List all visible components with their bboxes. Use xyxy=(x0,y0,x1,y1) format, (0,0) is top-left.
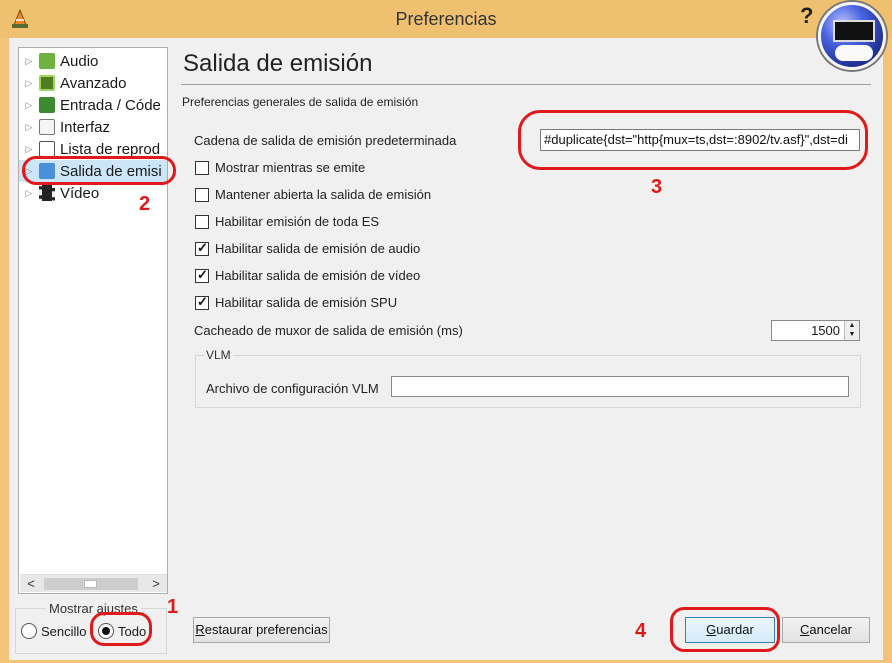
reset-preferences-button[interactable]: Restaurar preferencias xyxy=(193,617,330,643)
caching-label: Cacheado de muxor de salida de emisión (… xyxy=(194,323,463,338)
tree-item-label: Avanzado xyxy=(60,74,127,92)
section-subtitle: Preferencias generales de salida de emis… xyxy=(182,95,419,109)
save-label: uardar xyxy=(716,622,754,637)
checkbox-all-es[interactable]: Habilitar emisión de toda ES xyxy=(195,214,379,229)
tree-item-label: Vídeo xyxy=(60,184,100,202)
show-settings-title: Mostrar ajustes xyxy=(46,601,141,616)
checkbox-label: Habilitar salida de emisión de audio xyxy=(215,241,421,256)
show-settings-group: Mostrar ajustes Sencillo Todo xyxy=(15,601,167,654)
checkbox-video-output[interactable]: Habilitar salida de emisión de vídeo xyxy=(195,267,421,283)
category-tree[interactable]: ▷ Audio ▷ Avanzado ▷ Entrada / Códe ▷ In… xyxy=(18,47,168,594)
tree-item-label: Entrada / Códe xyxy=(60,96,161,114)
scroll-left-button[interactable]: < xyxy=(22,575,40,593)
screen-icon xyxy=(833,20,875,42)
playlist-icon xyxy=(39,141,55,157)
checkbox-box[interactable] xyxy=(195,240,209,256)
expand-arrow-icon[interactable]: ▷ xyxy=(19,122,39,133)
checkbox-box[interactable] xyxy=(195,267,209,283)
save-accel-letter: G xyxy=(706,622,717,637)
cancel-accel-letter: C xyxy=(799,622,810,637)
tree-item-salida-emision[interactable]: ▷ Salida de emisi xyxy=(19,160,167,182)
cancel-label: ancelar xyxy=(809,622,853,637)
reset-label: estaurar preferencias xyxy=(204,622,328,637)
vlm-title: VLM xyxy=(204,348,233,362)
radio-all[interactable]: Todo xyxy=(98,623,146,639)
tree-item-avanzado[interactable]: ▷ Avanzado xyxy=(19,72,167,94)
expand-arrow-icon[interactable]: ▷ xyxy=(19,100,39,111)
annotation-number-3: 3 xyxy=(651,176,663,198)
vlm-group: VLM Archivo de configuración VLM xyxy=(195,348,861,408)
tree-item-label: Audio xyxy=(60,52,99,70)
annotation-number-1: 1 xyxy=(167,596,179,618)
tree-item-entrada-codecs[interactable]: ▷ Entrada / Códe xyxy=(19,94,167,116)
film-strip-icon xyxy=(39,185,55,201)
input-codec-icon xyxy=(39,97,55,113)
scroll-right-button[interactable]: > xyxy=(147,575,165,593)
page-title: Salida de emisión xyxy=(183,50,373,77)
expand-arrow-icon[interactable]: ▷ xyxy=(19,144,39,155)
title-bar: Preferencias ? xyxy=(0,0,892,38)
cancel-button[interactable]: Cancelar xyxy=(782,617,870,643)
preferences-window: ▷ Audio ▷ Avanzado ▷ Entrada / Códe ▷ In… xyxy=(9,38,883,660)
checkbox-box[interactable] xyxy=(195,187,209,202)
gamepad-icon xyxy=(835,45,873,61)
checkbox-box[interactable] xyxy=(195,294,209,310)
vlm-config-input[interactable] xyxy=(391,376,849,397)
title-divider xyxy=(181,84,871,85)
radio-all-label: Todo xyxy=(118,623,147,639)
checkbox-spu-output[interactable]: Habilitar salida de emisión SPU xyxy=(195,294,398,310)
expand-arrow-icon[interactable]: ▷ xyxy=(19,166,39,177)
radio-all-circle[interactable] xyxy=(98,623,114,639)
vlm-config-label: Archivo de configuración VLM xyxy=(206,381,379,396)
tree-item-lista-reproduccion[interactable]: ▷ Lista de reprod xyxy=(19,138,167,160)
expand-arrow-icon[interactable]: ▷ xyxy=(19,188,39,199)
checkbox-label: Mostrar mientras se emite xyxy=(215,160,366,175)
checkbox-label: Mantener abierta la salida de emisión xyxy=(215,187,432,202)
annotation-number-4: 4 xyxy=(635,620,647,642)
checkbox-label: Habilitar salida de emisión de vídeo xyxy=(215,268,421,283)
checkbox-label: Habilitar salida de emisión SPU xyxy=(215,295,398,310)
gamepad-logo-icon xyxy=(818,2,886,70)
checkbox-keep-open[interactable]: Mantener abierta la salida de emisión xyxy=(195,187,431,202)
expand-arrow-icon[interactable]: ▷ xyxy=(19,78,39,89)
help-button[interactable]: ? xyxy=(800,3,813,29)
window-title: Preferencias xyxy=(395,9,497,29)
spin-arrows-icon[interactable]: ▲ ▼ xyxy=(844,321,859,340)
horizontal-scrollbar[interactable]: < > xyxy=(20,574,167,592)
tree-item-interfaz[interactable]: ▷ Interfaz xyxy=(19,116,167,138)
caching-value[interactable]: 1500 xyxy=(811,323,840,338)
stream-output-icon xyxy=(39,163,55,179)
music-note-icon xyxy=(39,53,55,69)
checkbox-box[interactable] xyxy=(195,214,209,229)
tree-item-label: Interfaz xyxy=(60,118,111,136)
chain-label: Cadena de salida de emisión predetermina… xyxy=(194,133,457,148)
caching-spinbox[interactable]: 1500 ▲ ▼ xyxy=(771,320,860,341)
radio-simple[interactable]: Sencillo xyxy=(21,623,87,639)
checkbox-show-while-streaming[interactable]: Mostrar mientras se emite xyxy=(195,160,365,175)
tree-item-label: Lista de reprod xyxy=(60,140,161,158)
scrollbar-grip[interactable] xyxy=(84,580,97,588)
stream-chain-input[interactable]: #duplicate{dst="http{mux=ts,dst=:8902/tv… xyxy=(540,129,860,151)
checkbox-box[interactable] xyxy=(195,160,209,175)
chip-icon xyxy=(39,75,55,91)
checkbox-audio-output[interactable]: Habilitar salida de emisión de audio xyxy=(195,240,421,256)
interface-window-icon xyxy=(39,119,55,135)
annotation-number-2: 2 xyxy=(139,193,151,215)
expand-arrow-icon[interactable]: ▷ xyxy=(19,56,39,67)
tree-item-label: Salida de emisi xyxy=(60,162,162,180)
tree-item-audio[interactable]: ▷ Audio xyxy=(19,50,167,72)
radio-simple-label: Sencillo xyxy=(41,623,87,639)
radio-simple-circle[interactable] xyxy=(21,623,37,639)
reset-accel-letter: R xyxy=(195,622,205,637)
checkbox-label: Habilitar emisión de toda ES xyxy=(215,214,380,229)
save-button[interactable]: Guardar xyxy=(685,617,775,643)
